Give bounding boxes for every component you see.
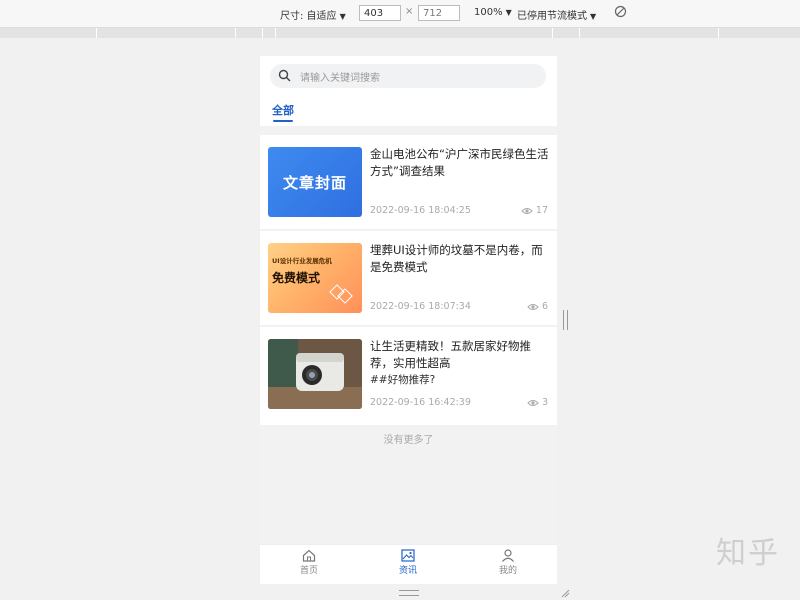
chevron-down-icon: ▼ [590,12,597,21]
article-title: 金山电池公布“沪广深市民绿色生活方式”调查结果 [370,147,549,178]
chevron-down-icon: ▼ [505,8,512,17]
image-icon [401,549,415,562]
cover-text: 文章封面 [282,174,347,192]
article-meta: 2022-09-16 18:07:34 6 [370,301,548,312]
device-size-label: 尺寸: 自适应 [280,11,337,22]
article-card[interactable]: UI设计行业发展危机 免费模式 埋葬UI设计师的坟墓不是内卷，而是免费模式 20… [260,231,557,325]
bottom-tab-bar: 首页 资讯 我的 [260,544,557,584]
view-count-value: 3 [541,397,548,408]
article-date: 2022-09-16 18:07:34 [370,301,471,312]
zhihu-watermark: 知乎 [716,536,780,571]
throttle-label: 已停用节流模式 [517,11,587,22]
article-date: 2022-09-16 16:42:39 [370,397,471,408]
eye-icon [527,304,539,310]
tab-home-label: 首页 [299,566,318,576]
eye-icon [527,400,539,406]
viewport-width-input[interactable]: 403 [359,5,401,21]
article-meta: 2022-09-16 18:04:25 17 [370,205,548,216]
projector-image [268,339,362,409]
throttle-dropdown[interactable]: 已停用节流模式 ▼ [517,7,596,22]
tab-news-label: 资讯 [398,566,417,576]
height-resize-handle[interactable] [399,590,419,596]
zoom-dropdown[interactable]: 100% ▼ [474,7,512,18]
device-size-dropdown[interactable]: 尺寸: 自适应 ▼ [280,7,346,22]
article-date: 2022-09-16 18:04:25 [370,205,471,216]
search-input[interactable]: 请输入关键词搜索 [270,64,546,88]
article-card[interactable]: 让生活更精致！五款居家好物推荐，实用性超高 ##好物推荐? 2022-09-16… [260,327,557,425]
article-tag: ##好物推荐? [370,374,436,386]
view-count: 3 [527,397,548,408]
view-count: 6 [527,301,548,312]
view-count: 17 [521,205,548,216]
user-icon [502,549,514,562]
dimension-separator: × [405,6,414,17]
cover-title: 免费模式 [272,271,321,285]
resize-corner-icon[interactable] [560,588,570,598]
no-more-text: 没有更多了 [383,435,434,446]
chevron-down-icon: ▼ [339,12,346,21]
home-icon [302,549,316,562]
header: 请输入关键词搜索 全部 [260,56,557,126]
search-placeholder: 请输入关键词搜索 [300,73,380,84]
view-count-value: 6 [541,301,548,312]
article-cover [268,339,362,409]
width-resize-handle[interactable] [563,310,568,330]
article-title: 埋葬UI设计师的坟墓不是内卷，而是免费模式 [370,243,543,274]
tab-home[interactable]: 首页 [279,549,339,576]
viewport-height-input[interactable]: 712 [418,5,460,21]
device-toolbar: 尺寸: 自适应 ▼ 403 × 712 100% ▼ 已停用节流模式 ▼ [0,0,800,28]
article-title: 让生活更精致！五款居家好物推荐，实用性超高 [370,339,531,370]
media-query-ruler [0,28,800,38]
diamond-shape-icon [329,284,353,304]
tab-all[interactable]: 全部 [272,102,294,118]
article-meta: 2022-09-16 16:42:39 3 [370,397,548,408]
article-card[interactable]: 文章封面 金山电池公布“沪广深市民绿色生活方式”调查结果 2022-09-16 … [260,135,557,229]
rotate-icon[interactable] [614,5,627,21]
tab-profile-label: 我的 [498,566,517,576]
tab-news[interactable]: 资讯 [378,549,438,576]
eye-icon [521,208,533,214]
article-cover: UI设计行业发展危机 免费模式 [268,243,362,313]
view-count-value: 17 [535,205,548,216]
cover-subtitle: UI设计行业发展危机 [272,257,332,265]
mobile-viewport: 请输入关键词搜索 全部 文章封面 金山电池公布“沪广深市民绿色生活方式”调查结果… [260,56,557,584]
zoom-value: 100% [474,7,503,18]
search-icon [278,69,291,82]
tab-indicator [273,120,293,122]
article-cover: 文章封面 [268,147,362,217]
tab-profile[interactable]: 我的 [478,549,538,576]
